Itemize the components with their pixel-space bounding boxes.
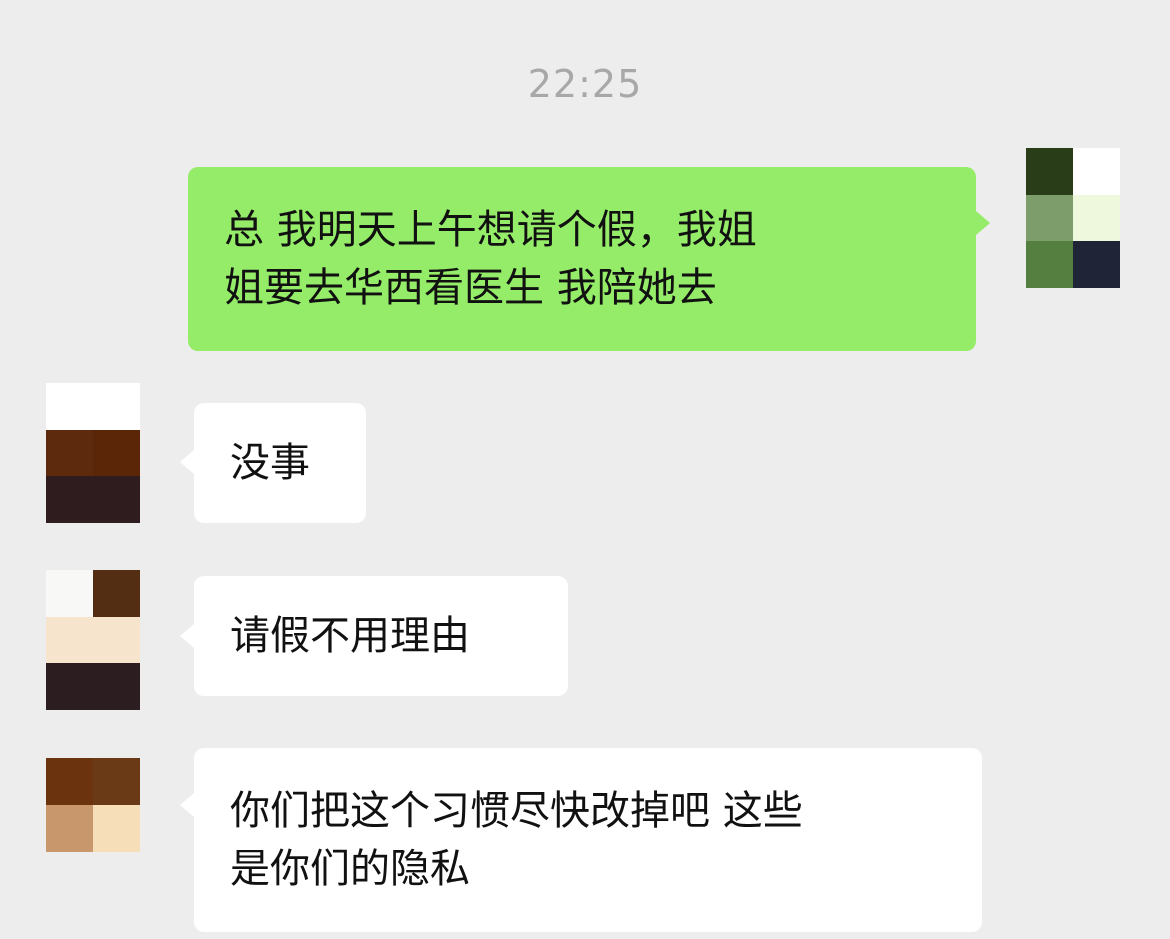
message-text: 总 我明天上午想请个假，我姐 姐要去华西看医生 我陪她去 bbox=[224, 207, 757, 311]
avatar-mosaic-pixel bbox=[93, 383, 140, 430]
bubble-tail bbox=[976, 211, 990, 235]
chat-timestamp: 22:25 bbox=[527, 62, 643, 106]
avatar-contact[interactable] bbox=[46, 570, 140, 710]
avatar-self[interactable] bbox=[1026, 148, 1120, 288]
avatar-mosaic-pixel bbox=[93, 476, 140, 523]
bubble-tail bbox=[180, 624, 194, 648]
avatar-mosaic-pixel bbox=[93, 429, 140, 477]
avatar-mosaic-pixel bbox=[93, 805, 140, 852]
bubble-tail bbox=[180, 450, 194, 474]
avatar-mosaic-pixel bbox=[93, 758, 140, 805]
message-text: 没事 bbox=[230, 440, 310, 486]
avatar-mosaic-pixel bbox=[93, 663, 140, 710]
message-text: 请假不用理由 bbox=[230, 613, 470, 659]
avatar-mosaic-pixel bbox=[1073, 241, 1120, 288]
avatar-mosaic-pixel bbox=[46, 616, 93, 664]
avatar-mosaic-pixel bbox=[46, 805, 93, 852]
avatar-mosaic-pixel bbox=[1026, 194, 1073, 242]
avatar-mosaic-pixel bbox=[46, 429, 93, 477]
avatar-mosaic-pixel bbox=[46, 758, 93, 805]
avatar-mosaic-pixel bbox=[1073, 148, 1120, 195]
avatar-contact[interactable] bbox=[46, 758, 140, 852]
avatar-mosaic-pixel bbox=[46, 383, 93, 430]
avatar-mosaic-pixel bbox=[46, 663, 93, 710]
message-bubble-incoming[interactable]: 你们把这个习惯尽快改掉吧 这些 是你们的隐私 bbox=[194, 748, 982, 932]
message-bubble-incoming[interactable]: 没事 bbox=[194, 403, 366, 523]
avatar-mosaic-pixel bbox=[1026, 241, 1073, 288]
message-text: 你们把这个习惯尽快改掉吧 这些 是你们的隐私 bbox=[230, 788, 803, 892]
avatar-mosaic-pixel bbox=[93, 616, 140, 664]
avatar-mosaic-pixel bbox=[46, 570, 93, 617]
avatar-contact[interactable] bbox=[46, 383, 140, 523]
message-bubble-outgoing[interactable]: 总 我明天上午想请个假，我姐 姐要去华西看医生 我陪她去 bbox=[188, 167, 976, 351]
message-bubble-incoming[interactable]: 请假不用理由 bbox=[194, 576, 568, 696]
avatar-mosaic-pixel bbox=[1026, 148, 1073, 195]
avatar-mosaic-pixel bbox=[93, 570, 140, 617]
avatar-mosaic-pixel bbox=[1073, 194, 1120, 242]
avatar-mosaic-pixel bbox=[46, 476, 93, 523]
bubble-tail bbox=[180, 793, 194, 817]
